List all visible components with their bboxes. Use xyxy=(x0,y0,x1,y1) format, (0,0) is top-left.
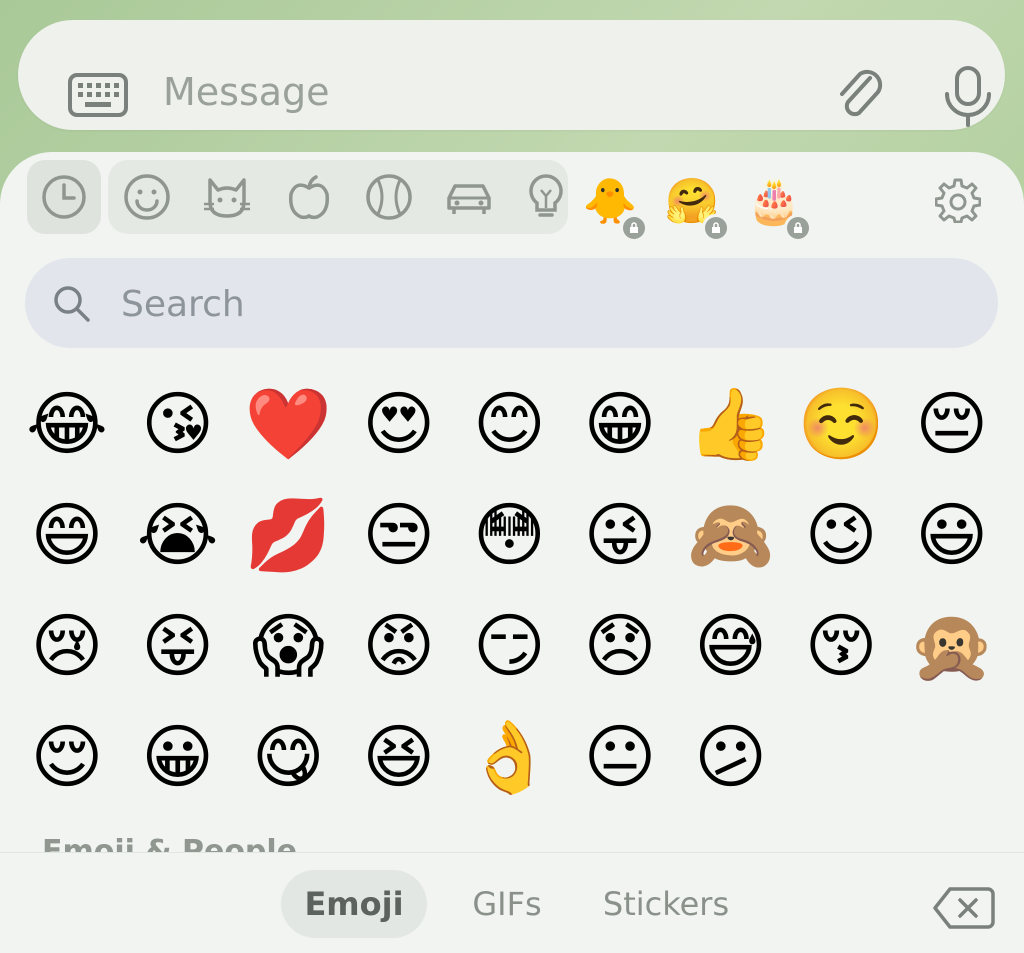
emoji-key[interactable]: 😞 xyxy=(565,596,675,696)
message-bar: Message xyxy=(18,20,1005,130)
ball-icon[interactable] xyxy=(364,172,414,222)
emoji-key[interactable]: 😔 xyxy=(897,374,1007,474)
emoji-key[interactable]: 😆 xyxy=(344,707,454,807)
emoji-key[interactable]: 💋 xyxy=(233,485,343,585)
tab-stickers[interactable]: Stickers xyxy=(590,870,742,938)
emoji-key[interactable]: 😁 xyxy=(565,374,675,474)
recent-icon xyxy=(42,175,86,219)
emoji-key[interactable]: 😄 xyxy=(12,485,122,585)
search-placeholder: Search xyxy=(121,284,245,325)
emoji-key[interactable]: 😳 xyxy=(454,485,564,585)
emoji-key[interactable]: 😀 xyxy=(123,707,233,807)
gear-icon[interactable] xyxy=(935,177,981,223)
emoji-key[interactable]: 😌 xyxy=(12,707,122,807)
emoji-key[interactable]: 😡 xyxy=(344,596,454,696)
emoji-key[interactable]: 😏 xyxy=(454,596,564,696)
emoji-key[interactable]: ☺️ xyxy=(786,374,896,474)
sticker-pack-duck[interactable]: 🐥 xyxy=(580,172,648,242)
emoji-key[interactable]: 😃 xyxy=(897,485,1007,585)
emoji-key[interactable]: 😘 xyxy=(123,374,233,474)
paperclip-icon[interactable] xyxy=(830,66,890,126)
emoji-grid: 😂 😘 ❤️ 😍 😊 😁 👍 ☺️ 😔 😄 😭 💋 😒 😳 😜 🙈 😉 😃 😢 😝 😱 😡 😏 😞 😅 😚 🙊 😌 😀 😋 😆 👌 😐 😕 xyxy=(12,374,1012,818)
emoji-key[interactable]: 😐 xyxy=(565,707,675,807)
emoji-key[interactable]: 🙈 xyxy=(676,485,786,585)
emoji-key[interactable]: 😋 xyxy=(233,707,343,807)
emoji-panel: 🐥 🤗 🎂 Search 😂 😘 ❤️ 😍 😊 😁 👍 ☺️ 😔 😄 😭 💋 😒 😳 😜 🙈 😉 😃 😢 😝 😱 😡 😏 😞 😅… xyxy=(0,152,1024,953)
lock-icon xyxy=(784,214,812,242)
emoji-key[interactable]: 😒 xyxy=(344,485,454,585)
emoji-key[interactable]: 🙊 xyxy=(897,596,1007,696)
emoji-key[interactable]: 😚 xyxy=(786,596,896,696)
lock-icon xyxy=(620,214,648,242)
emoji-key[interactable]: 😝 xyxy=(123,596,233,696)
emoji-key[interactable]: 😍 xyxy=(344,374,454,474)
car-icon[interactable] xyxy=(444,172,494,222)
sticker-pack-hug[interactable]: 🤗 xyxy=(662,172,730,242)
emoji-key[interactable]: 👍 xyxy=(676,374,786,474)
emoji-key[interactable]: 😉 xyxy=(786,485,896,585)
emoji-key[interactable]: 😂 xyxy=(12,374,122,474)
microphone-icon[interactable] xyxy=(938,64,998,128)
search-field[interactable]: Search xyxy=(25,258,998,348)
emoji-key[interactable]: 😭 xyxy=(123,485,233,585)
emoji-key[interactable]: 😅 xyxy=(676,596,786,696)
emoji-key[interactable]: 👌 xyxy=(454,707,564,807)
lock-icon xyxy=(702,214,730,242)
emoji-key[interactable]: 😕 xyxy=(676,707,786,807)
emoji-key[interactable]: 😜 xyxy=(565,485,675,585)
emoji-key[interactable]: 😊 xyxy=(454,374,564,474)
lightbulb-icon[interactable] xyxy=(526,172,566,222)
tab-gifs[interactable]: GIFs xyxy=(452,870,562,938)
cat-icon[interactable] xyxy=(202,172,252,222)
tab-bar: Emoji GIFs Stickers xyxy=(0,852,1024,953)
message-input[interactable]: Message xyxy=(163,70,330,114)
emoji-key[interactable]: 😢 xyxy=(12,596,122,696)
category-strip xyxy=(108,160,568,234)
keyboard-icon[interactable] xyxy=(68,73,128,117)
apple-icon[interactable] xyxy=(284,172,334,222)
section-title: Emoji & People xyxy=(42,834,298,852)
sticker-pack-birthday[interactable]: 🎂 xyxy=(744,172,812,242)
search-icon xyxy=(54,286,90,322)
smiley-icon[interactable] xyxy=(122,172,172,222)
emoji-key[interactable]: ❤️ xyxy=(233,374,343,474)
category-recent[interactable] xyxy=(27,160,101,234)
tab-emoji[interactable]: Emoji xyxy=(281,870,427,938)
emoji-key[interactable]: 😱 xyxy=(233,596,343,696)
backspace-icon[interactable] xyxy=(932,886,996,930)
